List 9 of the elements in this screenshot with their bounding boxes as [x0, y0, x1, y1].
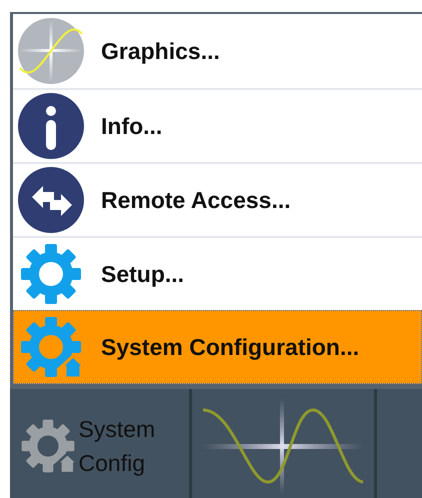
gear-house-icon	[18, 314, 84, 380]
sine-wave-icon	[18, 18, 84, 84]
menu-item[interactable]: System Configuration...	[13, 310, 422, 384]
menu-item[interactable]: Remote Access...	[13, 162, 422, 236]
exchange-arrows-icon	[18, 167, 84, 233]
info-icon	[18, 93, 84, 159]
menu-item[interactable]: Info...	[13, 88, 422, 162]
gear-house-icon	[18, 416, 76, 474]
gear-icon	[18, 241, 84, 307]
